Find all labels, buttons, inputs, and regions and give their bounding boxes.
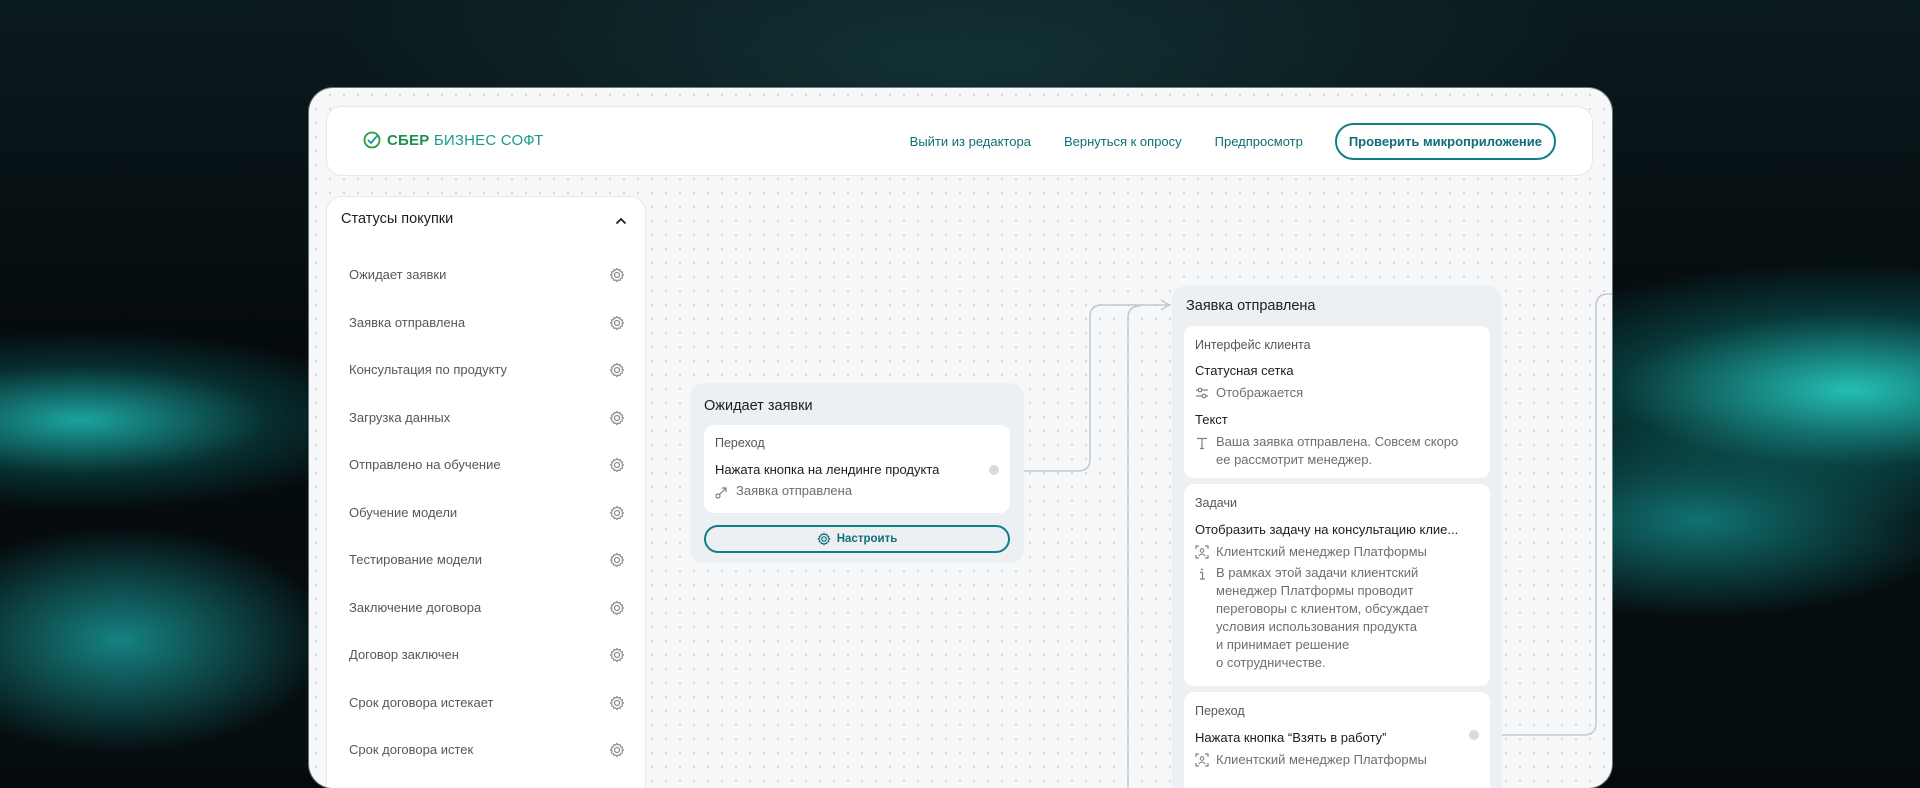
sidebar-item-label: Заключение договора (349, 599, 482, 615)
sidebar-item[interactable]: Срок договора истекает (327, 687, 645, 735)
transition-trigger: Нажата кнопка “Взять в работу” (1195, 730, 1387, 745)
task-desc-line1: В рамках этой задачи клиентский (1216, 565, 1419, 580)
brand-name: СБЕР БИЗНЕС СОФТ (387, 132, 543, 149)
sidebar-item-label: Тестирование модели (349, 552, 483, 567)
section-label: Переход (1195, 704, 1245, 718)
gear-icon[interactable] (609, 742, 625, 758)
editor-header: СБЕР БИЗНЕС СОФТ Выйти из редактора Верн… (326, 106, 1593, 176)
text-value-line1: Ваша заявка отправлена. Совсем скоро (1216, 434, 1459, 449)
sidebar-item[interactable]: Обучение модели (327, 497, 645, 545)
status-grid-value: Отображается (1216, 385, 1304, 400)
sidebar-item-label: Обучение модели (349, 504, 458, 520)
output-handle[interactable] (1469, 730, 1479, 740)
gear-icon[interactable] (609, 505, 625, 521)
route-icon (715, 487, 727, 499)
gear-icon[interactable] (609, 695, 625, 711)
tasks-card[interactable]: Задачи Отобразить задачу на консультацию… (1184, 484, 1490, 686)
task-desc-line4: условия использования продукта (1216, 619, 1418, 634)
gear-icon[interactable] (609, 362, 625, 378)
exit-editor-link[interactable]: Выйти из редактора (910, 134, 1031, 149)
section-label: Задачи (1195, 496, 1237, 510)
sidebar-item[interactable]: Заключение договора (327, 592, 645, 640)
sidebar-item[interactable]: Срок договора истек (327, 734, 645, 782)
configure-button[interactable]: Настроить (704, 525, 1010, 553)
transition-target: Заявка отправлена (736, 483, 853, 498)
section-label: Переход (715, 436, 765, 450)
status-list: Ожидает заявки Заявка отправлена Консульта… (327, 259, 645, 782)
transition-trigger: Нажата кнопка на лендинге продукта (715, 462, 940, 477)
sidebar-item[interactable]: Загрузка данных (327, 402, 645, 450)
sidebar-item[interactable]: Консультация по продукту (327, 354, 645, 402)
gear-icon[interactable] (609, 647, 625, 663)
gear-icon[interactable] (609, 600, 625, 616)
sber-logo[interactable]: СБЕР БИЗНЕС СОФТ (363, 131, 543, 149)
sidebar-item[interactable]: Ожидает заявки (327, 259, 645, 307)
section-label: Интерфейс клиента (1195, 338, 1311, 352)
client-interface-card[interactable]: Интерфейс клиента Статусная сетка Отобра… (1184, 326, 1490, 478)
brand-light: БИЗНЕС СОФТ (433, 131, 544, 149)
gear-icon[interactable] (609, 410, 625, 426)
sidebar-item-label: Срок договора истекает (349, 694, 494, 710)
sidebar-item[interactable]: Отправлено на обучение (327, 449, 645, 497)
sidebar-item[interactable]: Заявка отправлена (327, 307, 645, 355)
sidebar-item[interactable]: Тестирование модели (327, 544, 645, 592)
output-handle[interactable] (989, 465, 999, 475)
node-title: Ожидает заявки (704, 398, 813, 414)
chevron-up-icon[interactable] (615, 217, 627, 225)
transition-card[interactable]: Переход Нажата кнопка “Взять в работу” К… (1184, 692, 1490, 788)
status-grid-label: Статусная сетка (1195, 363, 1294, 378)
text-value-line2: ее рассмотрит менеджер. (1216, 452, 1373, 467)
sber-check-icon (363, 131, 381, 149)
gear-icon (817, 532, 831, 546)
brand-bold: СБЕР (387, 131, 430, 149)
sidebar-item[interactable]: Договор заключен (327, 639, 645, 687)
back-to-survey-link[interactable]: Вернуться к опросу (1064, 134, 1182, 149)
status-sidebar: Статусы покупки Ожидает заявки Заявка отп… (326, 196, 646, 788)
sidebar-item-label: Консультация по продукту (349, 362, 508, 377)
task-title: Отобразить задачу на консультацию клие..… (1195, 522, 1459, 537)
sidebar-item-label: Отправлено на обучение (349, 457, 501, 472)
task-desc-line5: и принимает решение (1216, 637, 1350, 652)
gear-icon[interactable] (609, 267, 625, 283)
sidebar-title: Статусы покупки (341, 211, 454, 227)
node-waiting[interactable]: Ожидает заявки Переход Нажата кнопка на … (690, 383, 1024, 563)
node-title: Заявка отправлена (1186, 298, 1316, 314)
header-nav: Выйти из редактора Вернуться к опросу Пр… (910, 107, 1556, 175)
text-icon (1197, 437, 1207, 450)
text-label: Текст (1195, 412, 1228, 427)
sidebar-item-label: Срок договора истек (349, 742, 474, 757)
task-assignee: Клиентский менеджер Платформы (1216, 544, 1427, 559)
sidebar-item-label: Заявка отправлена (349, 314, 466, 330)
info-icon (1200, 568, 1205, 580)
transition-card[interactable]: Переход Нажата кнопка на лендинге продук… (704, 425, 1010, 513)
manager-icon (1195, 545, 1209, 559)
sliders-icon (1196, 387, 1208, 399)
sidebar-item-label: Загрузка данных (349, 409, 451, 425)
manager-icon (1195, 753, 1209, 767)
preview-link[interactable]: Предпросмотр (1215, 134, 1303, 149)
node-sent[interactable]: Заявка отправлена Интерфейс клиента Стат… (1172, 286, 1502, 788)
transition-assignee: Клиентский менеджер Платформы (1216, 752, 1427, 767)
task-desc-line3: переговоры с клиентом, обсуждает (1216, 601, 1429, 616)
check-app-button[interactable]: Проверить микроприложение (1334, 122, 1556, 160)
gear-icon[interactable] (609, 315, 625, 331)
task-desc-line2: менеджер Платформы проводит (1216, 583, 1414, 598)
sidebar-item-label: Договор заключен (349, 647, 459, 662)
gear-icon[interactable] (609, 552, 625, 568)
configure-label: Настроить (836, 533, 898, 545)
editor-window: СБЕР БИЗНЕС СОФТ Выйти из редактора Верн… (309, 88, 1612, 788)
gear-icon[interactable] (609, 457, 625, 473)
sidebar-item-label: Ожидает заявки (349, 267, 447, 282)
task-desc-line6: о сотрудничестве. (1216, 655, 1326, 670)
